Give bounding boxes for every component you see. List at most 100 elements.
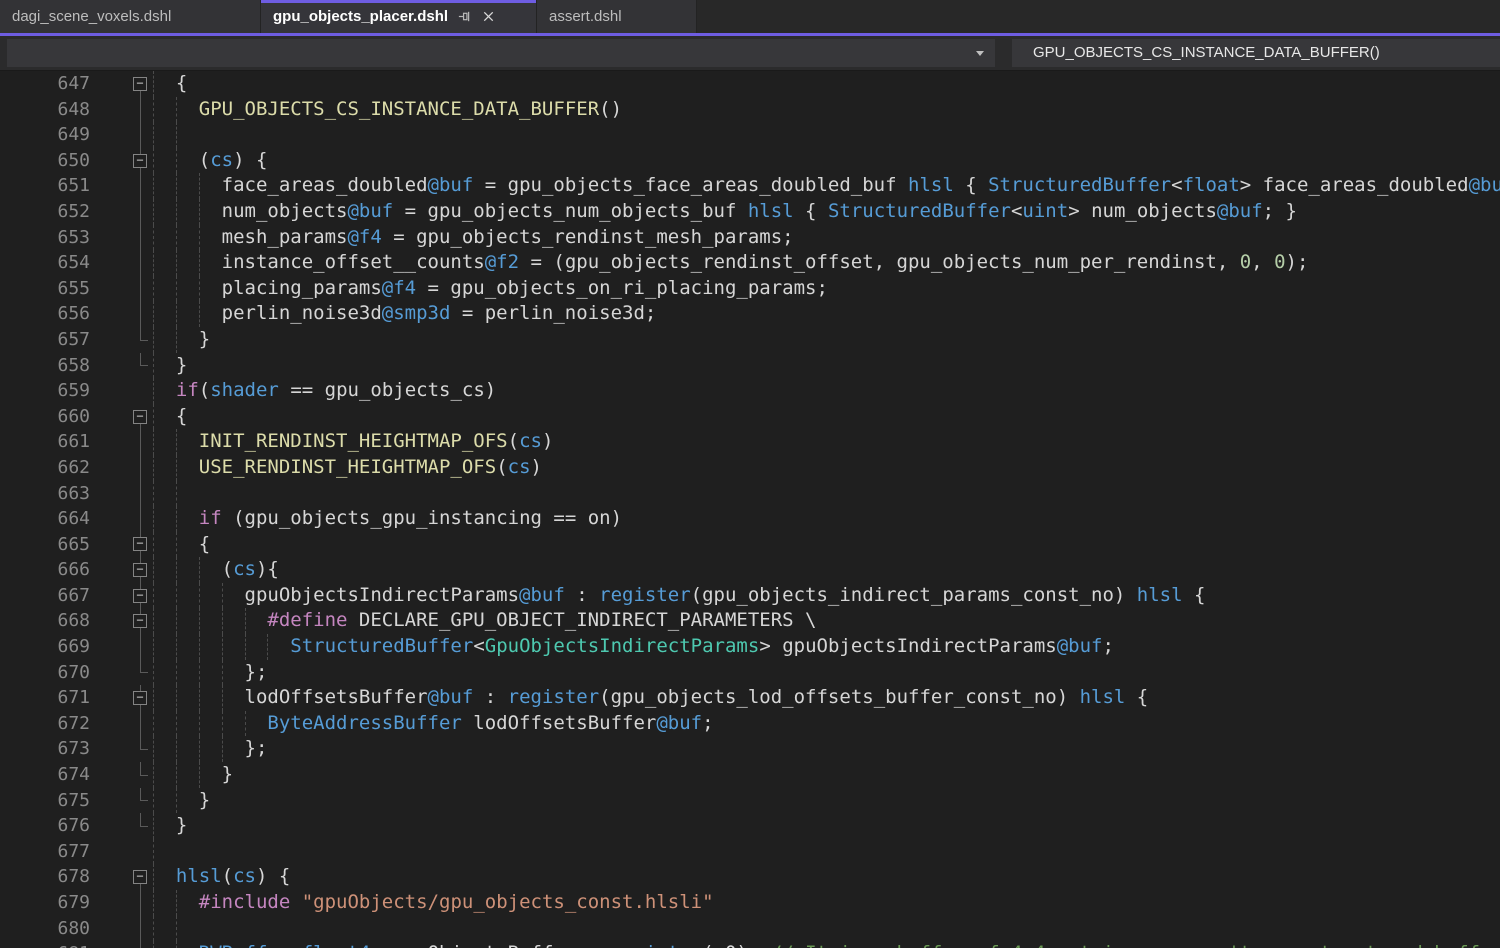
- code-text: num_objects@buf = gpu_objects_num_object…: [148, 199, 1500, 225]
- code-line[interactable]: 677: [0, 839, 1500, 865]
- code-line[interactable]: 667− gpuObjectsIndirectParams@buf : regi…: [0, 583, 1500, 609]
- line-number[interactable]: 666: [0, 557, 132, 583]
- code-line[interactable]: 660− {: [0, 404, 1500, 430]
- indent-guide: [199, 634, 200, 660]
- tab-gpu-objects-placer[interactable]: gpu_objects_placer.dshl: [261, 0, 537, 33]
- code-line[interactable]: 658 }: [0, 353, 1500, 379]
- line-number[interactable]: 668: [0, 608, 132, 634]
- fold-collapse-button[interactable]: −: [133, 410, 147, 424]
- line-number[interactable]: 657: [0, 327, 132, 353]
- line-number[interactable]: 655: [0, 276, 132, 302]
- fold-collapse-button[interactable]: −: [133, 589, 147, 603]
- code-token: StructuredBuffer: [828, 200, 1011, 222]
- line-number[interactable]: 664: [0, 506, 132, 532]
- line-number[interactable]: 677: [0, 839, 132, 865]
- line-number[interactable]: 676: [0, 813, 132, 839]
- close-icon[interactable]: [481, 9, 496, 24]
- code-line[interactable]: 649: [0, 122, 1500, 148]
- code-line[interactable]: 665− {: [0, 532, 1500, 558]
- line-number[interactable]: 681: [0, 941, 132, 948]
- fold-collapse-button[interactable]: −: [133, 77, 147, 91]
- tab-dagi-scene-voxels[interactable]: dagi_scene_voxels.dshl: [0, 0, 261, 33]
- code-line[interactable]: 661 INIT_RENDINST_HEIGHTMAP_OFS(cs): [0, 429, 1500, 455]
- code-line[interactable]: 673 };: [0, 736, 1500, 762]
- code-line[interactable]: 653 mesh_params@f4 = gpu_objects_rendins…: [0, 225, 1500, 251]
- line-number[interactable]: 680: [0, 916, 132, 942]
- code-token: cs: [508, 456, 531, 478]
- code-line[interactable]: 671− lodOffsetsBuffer@buf : register(gpu…: [0, 685, 1500, 711]
- fold-collapse-button[interactable]: −: [133, 870, 147, 884]
- line-number[interactable]: 648: [0, 97, 132, 123]
- line-number[interactable]: 650: [0, 148, 132, 174]
- code-line[interactable]: 659 if(shader == gpu_objects_cs): [0, 378, 1500, 404]
- line-number[interactable]: 660: [0, 404, 132, 430]
- line-number[interactable]: 651: [0, 173, 132, 199]
- code-line[interactable]: 668− #define DECLARE_GPU_OBJECT_INDIRECT…: [0, 608, 1500, 634]
- line-number[interactable]: 649: [0, 122, 132, 148]
- line-number[interactable]: 665: [0, 532, 132, 558]
- fold-end-marker: [140, 736, 148, 750]
- pin-icon[interactable]: [457, 9, 472, 24]
- line-number[interactable]: 675: [0, 788, 132, 814]
- code-line[interactable]: 670 };: [0, 660, 1500, 686]
- code-line[interactable]: 656 perlin_noise3d@smp3d = perlin_noise3…: [0, 301, 1500, 327]
- code-line[interactable]: 663: [0, 481, 1500, 507]
- code-line[interactable]: 666− (cs){: [0, 557, 1500, 583]
- code-line[interactable]: 655 placing_params@f4 = gpu_objects_on_r…: [0, 276, 1500, 302]
- code-line[interactable]: 675 }: [0, 788, 1500, 814]
- context-dropdown[interactable]: [7, 39, 995, 67]
- fold-collapse-button[interactable]: −: [133, 614, 147, 628]
- code-line[interactable]: 662 USE_RENDINST_HEIGHTMAP_OFS(cs): [0, 455, 1500, 481]
- line-number[interactable]: 672: [0, 711, 132, 737]
- fold-collapse-button[interactable]: −: [133, 563, 147, 577]
- line-number[interactable]: 667: [0, 583, 132, 609]
- code-line[interactable]: 651 face_areas_doubled@buf = gpu_objects…: [0, 173, 1500, 199]
- line-number[interactable]: 673: [0, 736, 132, 762]
- fold-collapse-button[interactable]: −: [133, 691, 147, 705]
- line-number[interactable]: 674: [0, 762, 132, 788]
- line-number[interactable]: 656: [0, 301, 132, 327]
- line-number[interactable]: 662: [0, 455, 132, 481]
- line-number[interactable]: 670: [0, 660, 132, 686]
- line-number[interactable]: 647: [0, 71, 132, 97]
- code-line[interactable]: 648 GPU_OBJECTS_CS_INSTANCE_DATA_BUFFER(…: [0, 97, 1500, 123]
- line-number[interactable]: 652: [0, 199, 132, 225]
- code-line[interactable]: 674 }: [0, 762, 1500, 788]
- code-line[interactable]: 679 #include "gpuObjects/gpu_objects_con…: [0, 890, 1500, 916]
- member-dropdown[interactable]: GPU_OBJECTS_CS_INSTANCE_DATA_BUFFER(): [1012, 39, 1500, 67]
- fold-collapse-button[interactable]: −: [133, 154, 147, 168]
- line-number[interactable]: 661: [0, 429, 132, 455]
- line-number[interactable]: 658: [0, 353, 132, 379]
- code-line[interactable]: 680: [0, 916, 1500, 942]
- indent-guide: [176, 97, 177, 123]
- line-number[interactable]: 653: [0, 225, 132, 251]
- line-number[interactable]: 654: [0, 250, 132, 276]
- fold-end-marker: [140, 660, 148, 674]
- line-number[interactable]: 678: [0, 864, 132, 890]
- code-line[interactable]: 657 }: [0, 327, 1500, 353]
- code-line[interactable]: 681 RWBuffer<float4> gpuObjectsBuffer : …: [0, 941, 1500, 948]
- line-number[interactable]: 659: [0, 378, 132, 404]
- indent-guide: [222, 736, 223, 762]
- code-token: @buf: [428, 174, 474, 196]
- line-number[interactable]: 679: [0, 890, 132, 916]
- code-line[interactable]: 647− {: [0, 71, 1500, 97]
- code-line[interactable]: 676 }: [0, 813, 1500, 839]
- indent-guide: [222, 685, 223, 711]
- code-line[interactable]: 652 num_objects@buf = gpu_objects_num_ob…: [0, 199, 1500, 225]
- code-token: uint: [1022, 200, 1068, 222]
- line-number[interactable]: 663: [0, 481, 132, 507]
- code-line[interactable]: 672 ByteAddressBuffer lodOffsetsBuffer@b…: [0, 711, 1500, 737]
- code-line[interactable]: 654 instance_offset__counts@f2 = (gpu_ob…: [0, 250, 1500, 276]
- line-number[interactable]: 671: [0, 685, 132, 711]
- fold-scope-line: [140, 301, 141, 327]
- code-line[interactable]: 678− hlsl(cs) {: [0, 864, 1500, 890]
- code-line[interactable]: 650− (cs) {: [0, 148, 1500, 174]
- code-line[interactable]: 669 StructuredBuffer<GpuObjectsIndirectP…: [0, 634, 1500, 660]
- code-token: > gpuObjectsIndirectParams: [759, 635, 1056, 657]
- fold-collapse-button[interactable]: −: [133, 537, 147, 551]
- code-line[interactable]: 664 if (gpu_objects_gpu_instancing == on…: [0, 506, 1500, 532]
- line-number[interactable]: 669: [0, 634, 132, 660]
- fold-margin: [132, 122, 148, 148]
- tab-assert[interactable]: assert.dshl: [537, 0, 697, 33]
